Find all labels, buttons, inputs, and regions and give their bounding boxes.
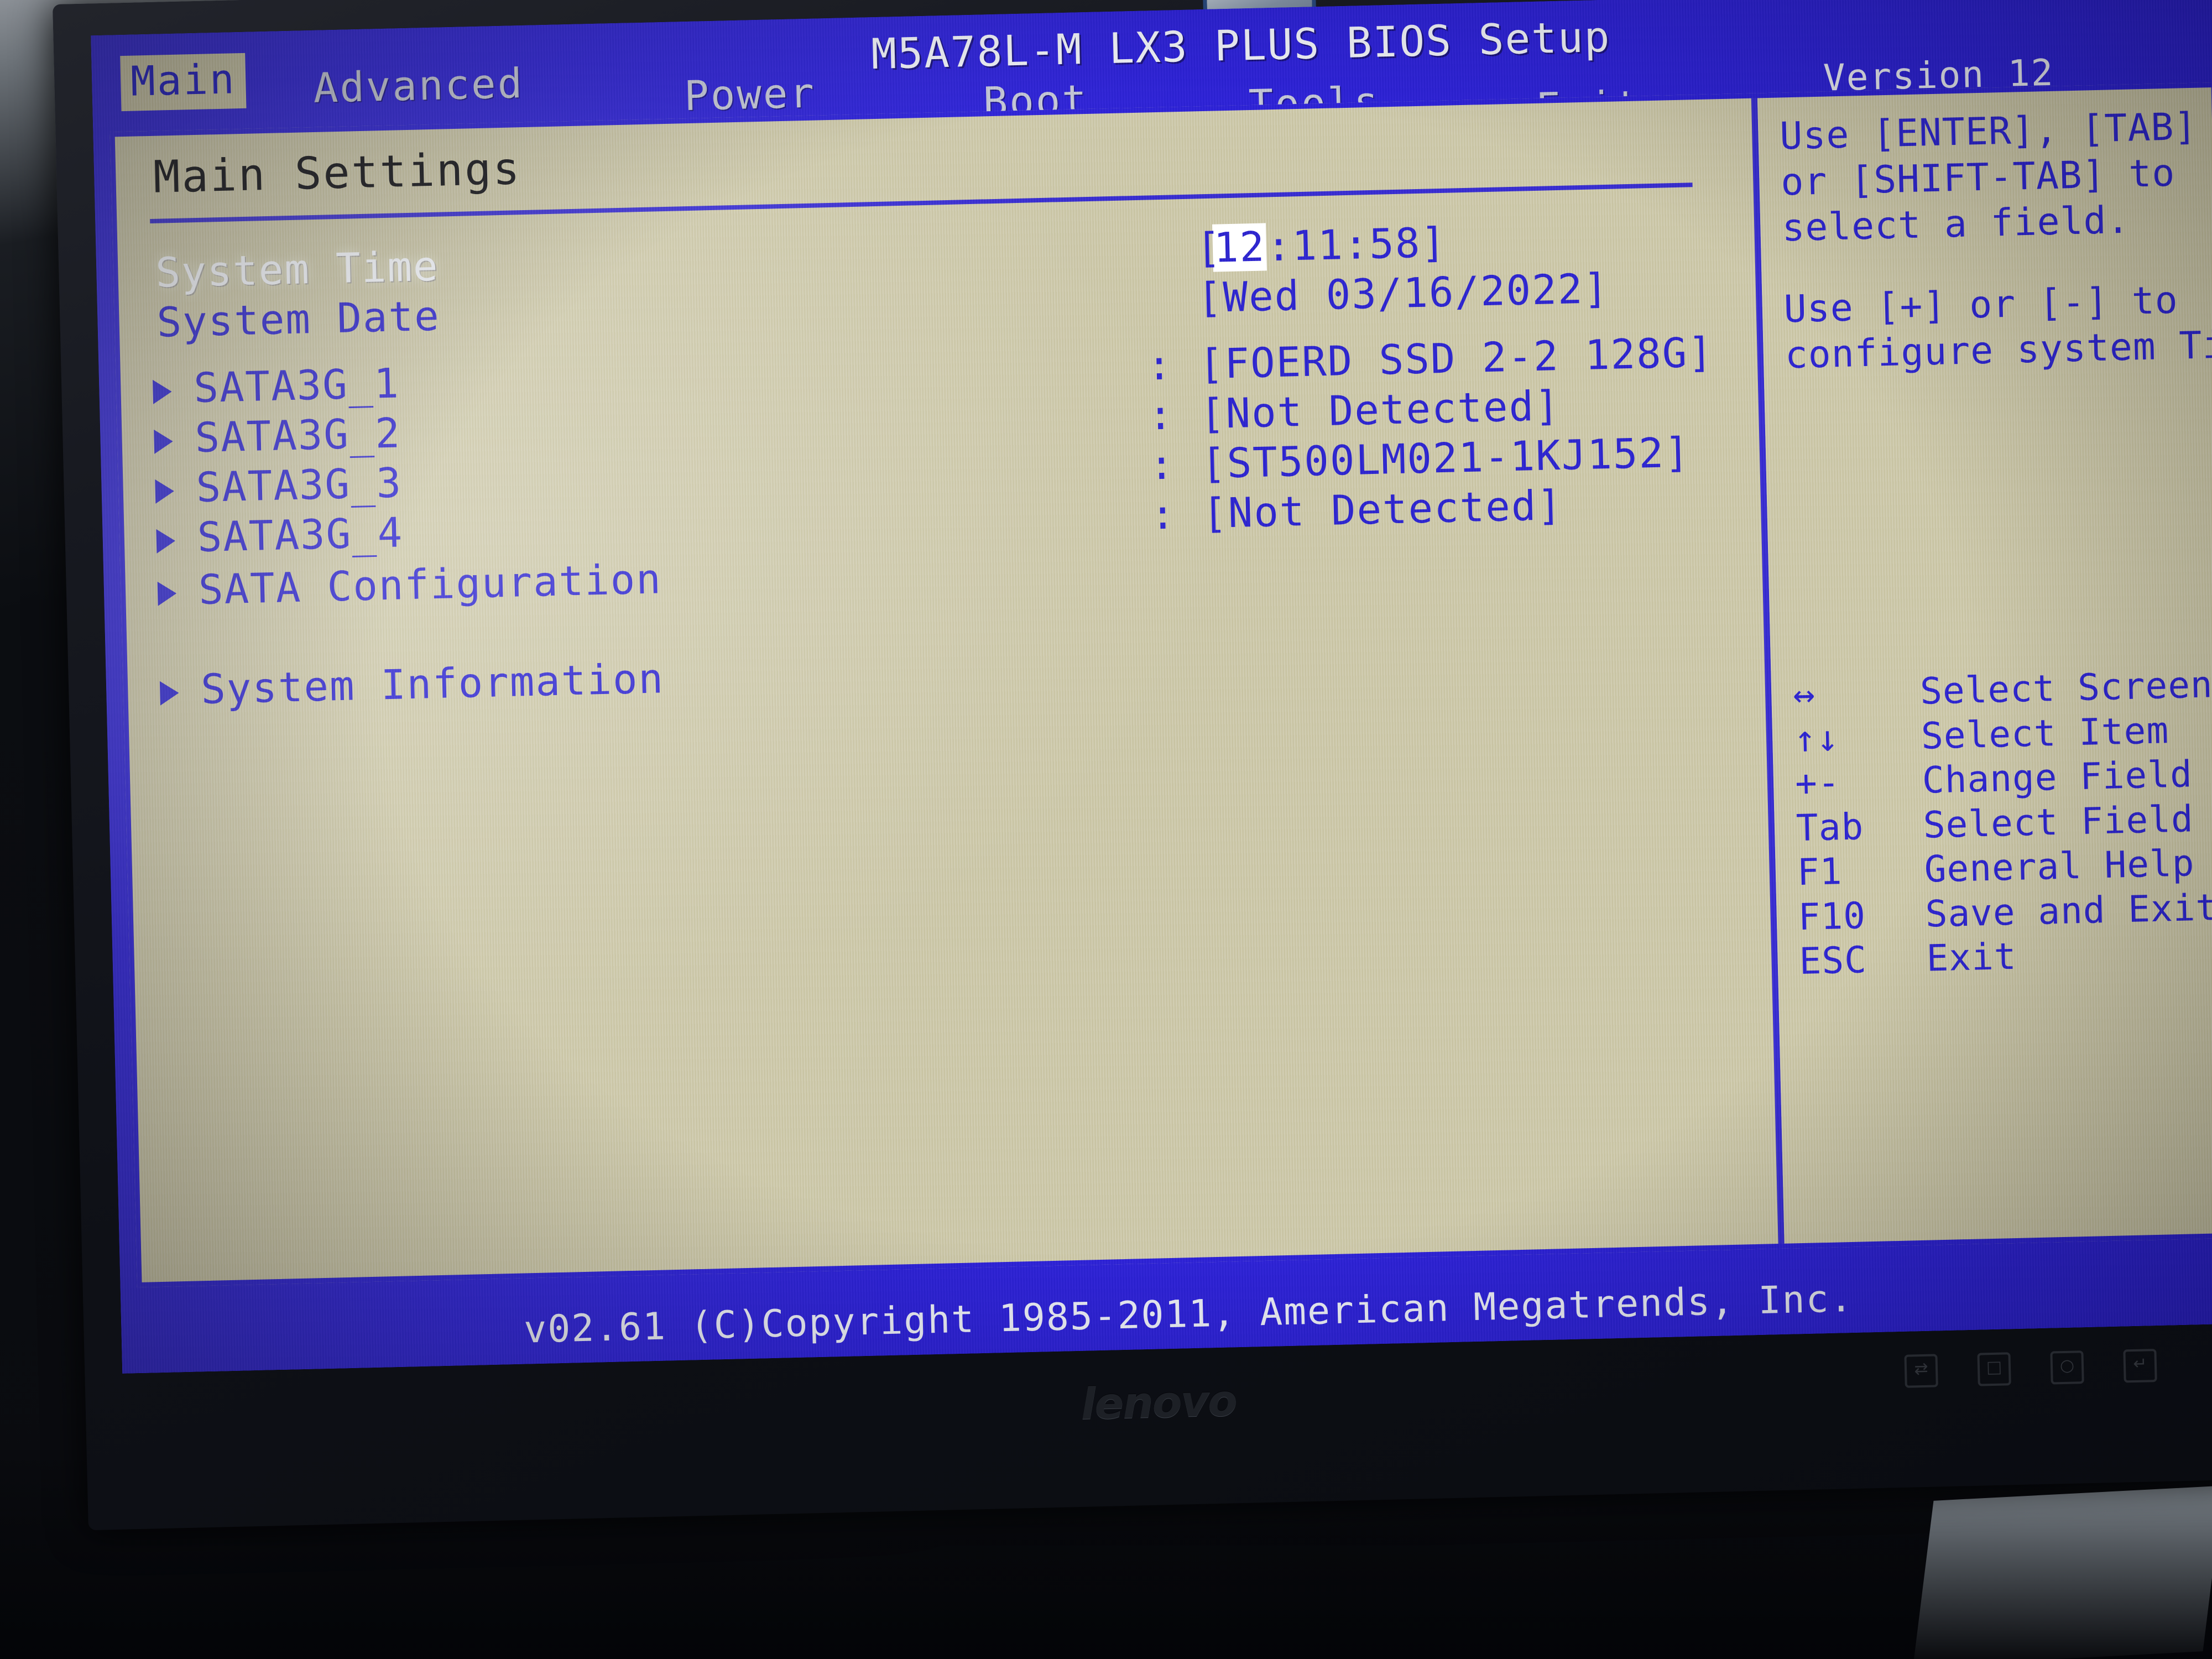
triangle-right-icon — [153, 379, 173, 404]
key-legend-desc: Select Screen — [1919, 663, 2212, 713]
page-title: Main Settings — [153, 143, 522, 203]
label-system-information: System Information — [200, 655, 665, 714]
key-legend: ↔ Select Screen ↑↓ Select Item +- Change… — [1792, 662, 2212, 984]
value-system-time[interactable]: 12:11:58] — [1212, 219, 1447, 272]
key-legend-desc: Change Field — [1922, 753, 2193, 802]
label-sata3g-3: SATA3G_3 — [195, 459, 403, 512]
arrows-vertical-icon: ↑↓ — [1793, 716, 1840, 760]
f10-key-label: F10 — [1797, 894, 1866, 938]
help-panel: Use [ENTER], [TAB] or [SHIFT-TAB] to sel… — [1780, 103, 2212, 379]
key-legend-desc: Save and Exit — [1924, 885, 2212, 936]
tab-power[interactable]: Power — [684, 70, 816, 121]
bios-content-window: Main Settings System Time 12:11:58] [ Sy… — [109, 82, 2212, 1288]
esc-key-label: ESC — [1798, 938, 1867, 983]
label-sata-configuration: SATA Configuration — [198, 555, 662, 614]
colon-sata3g-3: : — [1149, 441, 1175, 489]
osd-auto-icon[interactable]: ○ — [2050, 1350, 2084, 1385]
label-system-date: System Date — [156, 292, 441, 347]
triangle-right-icon — [157, 581, 177, 606]
bios-title: M5A78L-M LX3 PLUS BIOS Setup — [870, 12, 1611, 79]
value-sata3g-4: [Not Detected] — [1202, 481, 1563, 538]
panel-divider — [1751, 98, 1785, 1244]
system-time-open-bracket: [ — [1195, 224, 1223, 273]
lenovo-logo: lenovo — [1080, 1376, 1237, 1430]
bios-screen: Main Advanced Power Boot Tools Exit M5A7… — [91, 0, 2212, 1374]
arrows-horizontal-icon: ↔ — [1792, 672, 1816, 716]
key-legend-desc: Select Field — [1922, 797, 2194, 847]
value-system-date[interactable]: [Wed 03/16/2022] — [1197, 265, 1610, 322]
colon-sata3g-1: : — [1146, 341, 1172, 390]
osd-enter-icon[interactable]: ↵ — [2123, 1349, 2157, 1383]
triangle-right-icon — [159, 680, 179, 706]
osd-input-icon[interactable]: ⇄ — [1904, 1354, 1938, 1388]
key-legend-desc: Exit — [1926, 935, 2017, 980]
triangle-right-icon — [156, 529, 176, 554]
lcd-screen: Main Advanced Power Boot Tools Exit M5A7… — [91, 0, 2212, 1374]
triangle-right-icon — [155, 479, 175, 504]
label-sata3g-1: SATA3G_1 — [193, 359, 400, 413]
colon-sata3g-4: : — [1150, 491, 1176, 539]
label-system-time: System Time — [155, 242, 440, 297]
key-legend-desc: General Help — [1923, 842, 2195, 891]
key-legend-desc: Select Item — [1921, 708, 2169, 758]
photo-scene: Main Advanced Power Boot Tools Exit M5A7… — [0, 0, 2212, 1659]
monitor: Main Advanced Power Boot Tools Exit M5A7… — [53, 0, 2212, 1531]
plus-minus-icon: +- — [1794, 761, 1841, 805]
value-sata3g-2: [Not Detected] — [1199, 382, 1561, 439]
label-sata3g-4: SATA3G_4 — [196, 509, 404, 562]
triangle-right-icon — [154, 429, 174, 454]
osd-button-row[interactable]: ⇄ □ ○ ↵ — [1904, 1331, 2212, 1405]
osd-menu-icon[interactable]: □ — [1977, 1352, 2011, 1386]
value-sata3g-3: [ST500LM021-1KJ152] — [1201, 429, 1691, 488]
row-system-information[interactable]: System Information — [127, 630, 1731, 713]
label-sata3g-2: SATA3G_2 — [194, 409, 401, 462]
tab-key-label: Tab — [1796, 805, 1865, 849]
value-sata3g-1: [FOERD SSD 2-2 128G] — [1198, 328, 1714, 389]
tab-advanced[interactable]: Advanced — [313, 60, 524, 112]
f1-key-label: F1 — [1796, 850, 1843, 894]
colon-sata3g-2: : — [1147, 391, 1173, 440]
system-time-rest: :11:58] — [1266, 218, 1447, 271]
tab-main[interactable]: Main — [120, 53, 247, 112]
